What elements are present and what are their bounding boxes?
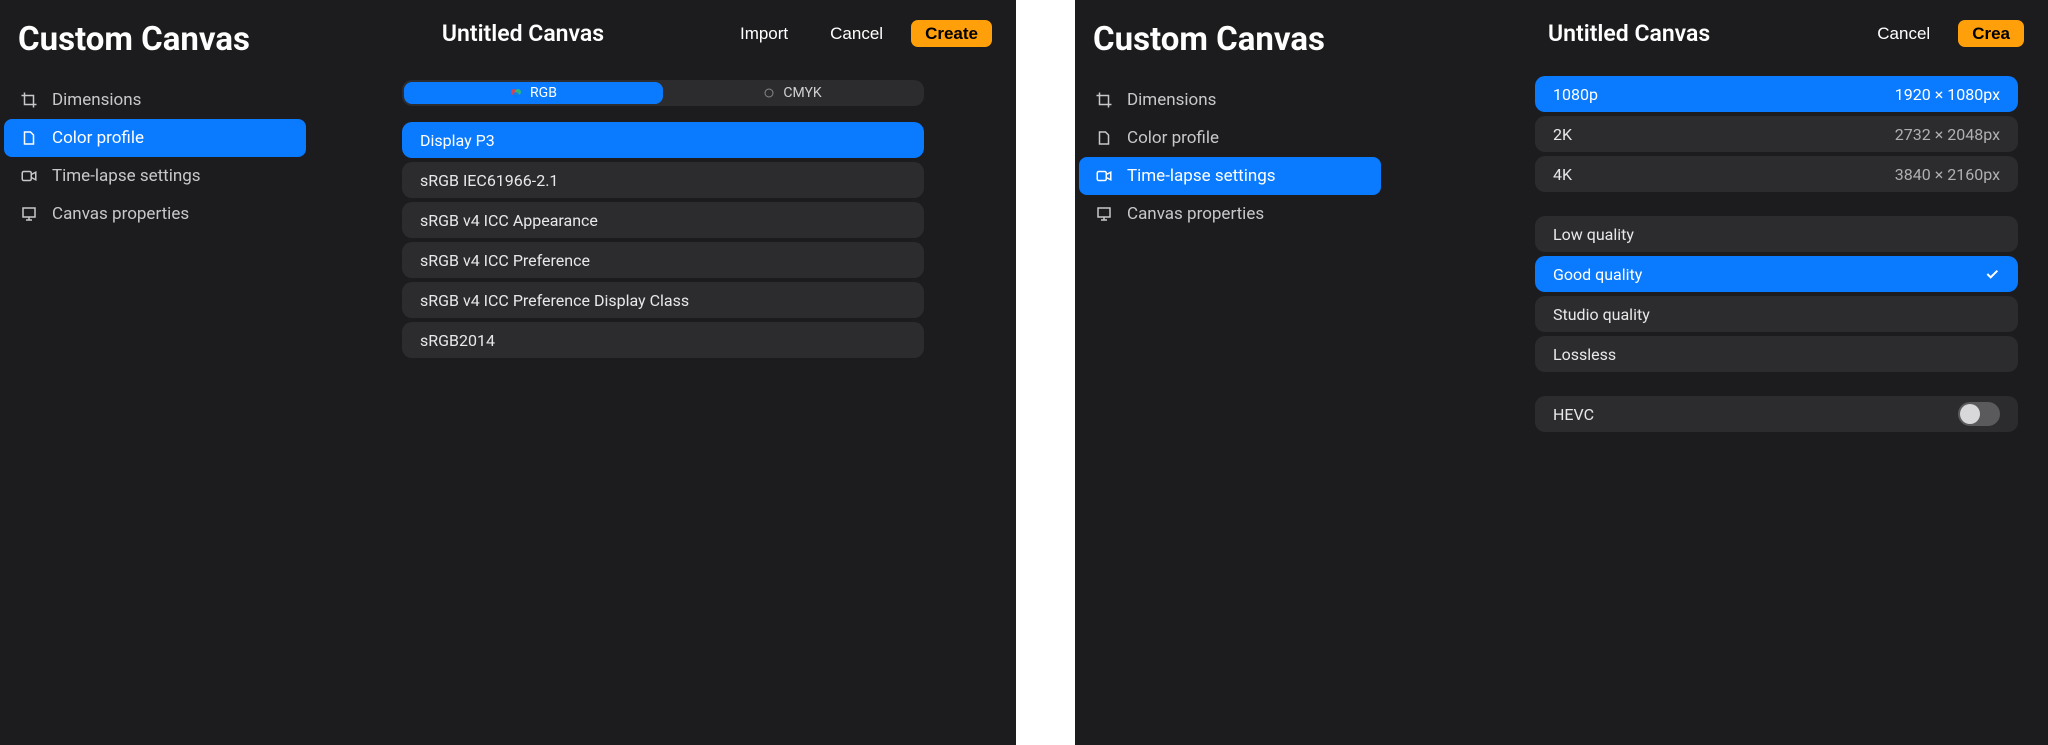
quality-option[interactable]: Good quality xyxy=(1535,256,2018,292)
resolution-size: 3840 × 2160px xyxy=(1895,165,2000,184)
sidebar-item-label: Color profile xyxy=(52,128,144,148)
sidebar-item-color-profile[interactable]: Color profile xyxy=(1079,119,1381,157)
resolution-name: 2K xyxy=(1553,125,1572,144)
sidebar-item-label: Color profile xyxy=(1127,128,1219,148)
profile-label: sRGB v4 ICC Appearance xyxy=(420,211,598,230)
sidebar-item-label: Canvas properties xyxy=(1127,204,1264,224)
sidebar-item-canvas-properties[interactable]: Canvas properties xyxy=(1079,195,1381,233)
create-button[interactable]: Crea xyxy=(1958,20,2024,47)
profile-option[interactable]: Display P3 xyxy=(402,122,924,158)
sidebar-item-dimensions[interactable]: Dimensions xyxy=(4,81,306,119)
profile-label: sRGB IEC61966-2.1 xyxy=(420,171,558,190)
profile-label: sRGB v4 ICC Preference xyxy=(420,251,590,270)
quality-option[interactable]: Studio quality xyxy=(1535,296,2018,332)
quality-option[interactable]: Lossless xyxy=(1535,336,2018,372)
profile-option[interactable]: sRGB v4 ICC Preference Display Class xyxy=(402,282,924,318)
quality-label: Lossless xyxy=(1553,345,1616,364)
resolution-option[interactable]: 2K 2732 × 2048px xyxy=(1535,116,2018,152)
palette-icon xyxy=(1095,129,1113,147)
header: Untitled Canvas Import Cancel Create xyxy=(310,0,1016,47)
sidebar: Custom Canvas Dimensions Color profile T… xyxy=(1075,0,1385,745)
canvas-icon xyxy=(1095,205,1113,223)
seg-rgb[interactable]: RGB xyxy=(404,82,663,104)
resolution-option[interactable]: 1080p 1920 × 1080px xyxy=(1535,76,2018,112)
sidebar-item-label: Time-lapse settings xyxy=(52,166,201,186)
video-icon xyxy=(1095,167,1113,185)
quality-list: Low quality Good quality Studio quality … xyxy=(1535,216,2018,372)
page-title: Untitled Canvas xyxy=(334,20,712,47)
profile-option[interactable]: sRGB v4 ICC Preference xyxy=(402,242,924,278)
seg-cmyk[interactable]: CMYK xyxy=(663,82,922,104)
resolution-name: 4K xyxy=(1553,165,1572,184)
seg-label: CMYK xyxy=(783,85,821,101)
profile-option[interactable]: sRGB IEC61966-2.1 xyxy=(402,162,924,198)
quality-option[interactable]: Low quality xyxy=(1535,216,2018,252)
screenshot-color-profile: Custom Canvas Dimensions Color profile T… xyxy=(0,0,1016,745)
resolution-size: 1920 × 1080px xyxy=(1895,85,2000,104)
sidebar-item-label: Time-lapse settings xyxy=(1127,166,1276,186)
create-button[interactable]: Create xyxy=(911,20,992,47)
sidebar-item-label: Dimensions xyxy=(1127,90,1216,110)
header: Untitled Canvas Cancel Crea xyxy=(1385,0,2048,47)
color-mode-segment: RGB CMYK xyxy=(402,80,924,106)
hevc-switch[interactable] xyxy=(1958,402,2000,426)
rgb-icon xyxy=(510,87,522,99)
palette-icon xyxy=(20,129,38,147)
cmyk-icon xyxy=(763,87,775,99)
app-title: Custom Canvas xyxy=(1075,14,1385,81)
resolution-name: 1080p xyxy=(1553,85,1598,104)
app-title: Custom Canvas xyxy=(0,14,310,81)
profile-option[interactable]: sRGB v4 ICC Appearance xyxy=(402,202,924,238)
resolution-list: 1080p 1920 × 1080px 2K 2732 × 2048px 4K … xyxy=(1535,76,2018,192)
sidebar-item-timelapse[interactable]: Time-lapse settings xyxy=(4,157,306,195)
sidebar-item-canvas-properties[interactable]: Canvas properties xyxy=(4,195,306,233)
sidebar-item-color-profile[interactable]: Color profile xyxy=(4,119,306,157)
profile-label: Display P3 xyxy=(420,131,495,150)
cancel-button[interactable]: Cancel xyxy=(816,20,897,47)
import-button[interactable]: Import xyxy=(726,20,802,47)
main-panel: RGB CMYK Display P3 sRGB IEC61966-2.1 sR… xyxy=(310,72,1016,745)
sidebar-item-timelapse[interactable]: Time-lapse settings xyxy=(1079,157,1381,195)
quality-label: Good quality xyxy=(1553,265,1642,284)
hevc-row: HEVC xyxy=(1535,396,2018,432)
cancel-button[interactable]: Cancel xyxy=(1863,20,1944,47)
canvas-icon xyxy=(20,205,38,223)
check-icon xyxy=(1984,266,2000,282)
crop-icon xyxy=(1095,91,1113,109)
screenshot-timelapse: Custom Canvas Dimensions Color profile T… xyxy=(1075,0,2048,745)
sidebar-item-label: Dimensions xyxy=(52,90,141,110)
quality-label: Studio quality xyxy=(1553,305,1650,324)
main-panel: 1080p 1920 × 1080px 2K 2732 × 2048px 4K … xyxy=(1385,72,2048,745)
profile-option[interactable]: sRGB2014 xyxy=(402,322,924,358)
resolution-option[interactable]: 4K 3840 × 2160px xyxy=(1535,156,2018,192)
sidebar-item-dimensions[interactable]: Dimensions xyxy=(1079,81,1381,119)
quality-label: Low quality xyxy=(1553,225,1634,244)
toggle-label: HEVC xyxy=(1553,405,1594,424)
color-profile-list: Display P3 sRGB IEC61966-2.1 sRGB v4 ICC… xyxy=(402,122,924,358)
profile-label: sRGB2014 xyxy=(420,331,495,350)
page-title: Untitled Canvas xyxy=(1409,20,1849,47)
profile-label: sRGB v4 ICC Preference Display Class xyxy=(420,291,689,310)
sidebar: Custom Canvas Dimensions Color profile T… xyxy=(0,0,310,745)
video-icon xyxy=(20,167,38,185)
crop-icon xyxy=(20,91,38,109)
resolution-size: 2732 × 2048px xyxy=(1895,125,2000,144)
seg-label: RGB xyxy=(530,85,557,101)
sidebar-item-label: Canvas properties xyxy=(52,204,189,224)
